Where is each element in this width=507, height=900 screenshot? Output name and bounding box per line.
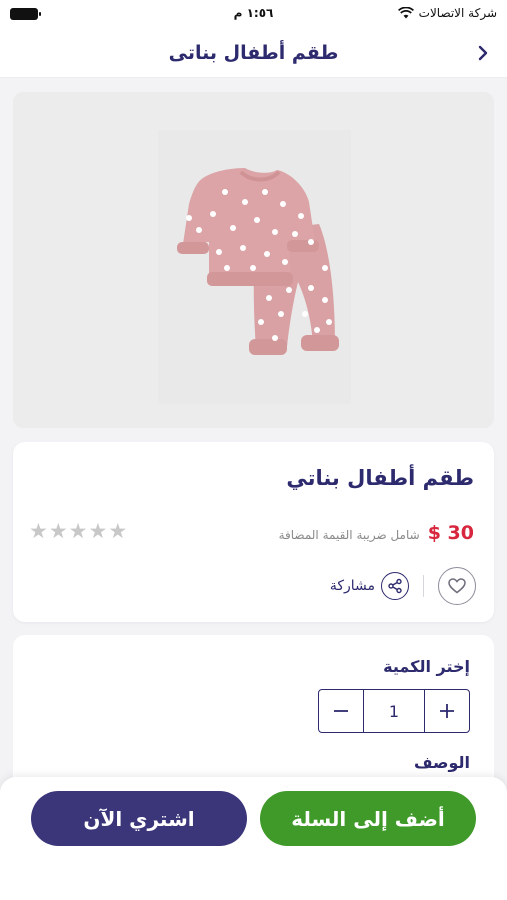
add-to-cart-button[interactable]: أضف إلى السلة — [260, 791, 476, 846]
star-icon[interactable]: ★ — [69, 521, 88, 542]
page-title: طقم أطفال بناتى — [168, 42, 339, 64]
bottom-action-bar: أضف إلى السلة اشتري الآن — [0, 777, 507, 900]
chevron-right-icon — [478, 45, 488, 61]
decrement-button[interactable] — [319, 690, 363, 732]
clock: ١:٥٦ م — [233, 6, 274, 20]
status-bar: شركة الاتصالات ١:٥٦ م — [0, 0, 507, 30]
price-row: 30 $ شامل ضريبة القيمة المضافة — [279, 522, 474, 544]
minus-icon — [334, 710, 348, 712]
favorite-button[interactable] — [438, 567, 476, 605]
share-icon — [381, 572, 409, 600]
share-label: مشاركة — [329, 578, 375, 594]
back-button[interactable] — [473, 42, 493, 64]
product-image — [177, 168, 339, 355]
buy-now-button[interactable]: اشتري الآن — [31, 791, 247, 846]
increment-button[interactable] — [425, 690, 469, 732]
divider — [423, 575, 424, 597]
share-button[interactable]: مشاركة — [330, 572, 409, 600]
product-image-card[interactable] — [13, 92, 494, 428]
vat-note: شامل ضريبة القيمة المضافة — [278, 528, 420, 542]
rating-stars[interactable]: ★ ★ ★ ★ ★ — [29, 521, 127, 542]
battery-icon — [10, 8, 41, 20]
navbar: طقم أطفال بناتى — [0, 30, 507, 78]
product-info-card: طقم أطفال بناتي 30 $ شامل ضريبة القيمة ا… — [13, 442, 494, 622]
quantity-stepper: 1 — [318, 689, 470, 733]
product-name: طقم أطفال بناتي — [286, 466, 474, 490]
product-price: 30 $ — [427, 522, 474, 544]
description-label: الوصف — [413, 753, 470, 772]
heart-icon — [448, 578, 466, 594]
plus-icon — [440, 704, 454, 718]
star-icon[interactable]: ★ — [108, 521, 127, 542]
star-icon[interactable]: ★ — [88, 521, 107, 542]
product-actions: مشاركة — [330, 567, 476, 605]
star-icon[interactable]: ★ — [49, 521, 68, 542]
star-icon[interactable]: ★ — [29, 521, 48, 542]
quantity-label: إختر الكمية — [383, 657, 470, 676]
quantity-value[interactable]: 1 — [363, 690, 425, 732]
